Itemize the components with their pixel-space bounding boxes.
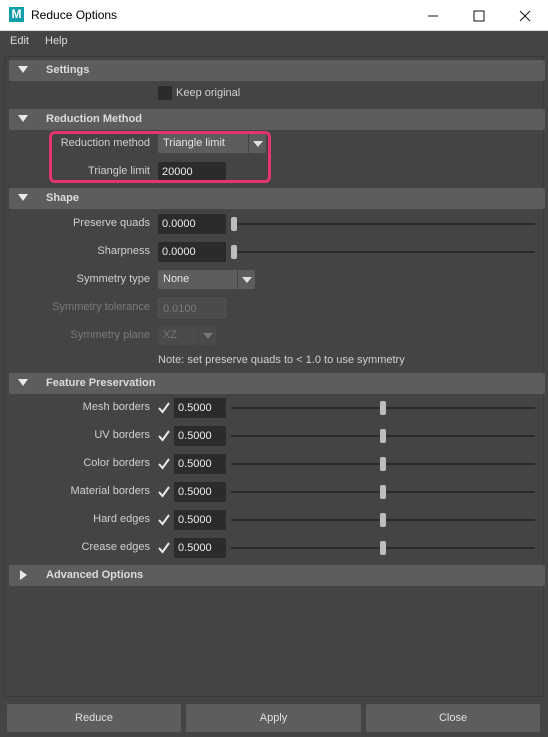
preserve-quads-label: Preserve quads bbox=[72, 217, 150, 229]
section-title: Feature Preservation bbox=[46, 377, 156, 389]
feature-value-field[interactable]: 0.5000 bbox=[174, 426, 226, 446]
feature-checkbox[interactable] bbox=[157, 541, 171, 555]
maximize-icon bbox=[473, 10, 485, 21]
sharpness-slider-handle[interactable] bbox=[231, 245, 237, 259]
symmetry-tolerance-field: 0.0100 bbox=[158, 298, 226, 318]
feature-slider-handle[interactable] bbox=[380, 513, 386, 527]
feature-row-label: Hard edges bbox=[93, 513, 150, 525]
maya-app-icon: M bbox=[9, 7, 24, 22]
collapse-arrow-icon bbox=[18, 194, 28, 201]
checkmark-icon bbox=[158, 542, 170, 554]
section-reduction-header[interactable]: Reduction Method bbox=[9, 109, 545, 130]
preserve-quads-field[interactable]: 0.0000 bbox=[158, 214, 226, 234]
feature-checkbox[interactable] bbox=[157, 485, 171, 499]
feature-checkbox[interactable] bbox=[157, 401, 171, 415]
checkmark-icon bbox=[158, 402, 170, 414]
symmetry-plane-label: Symmetry plane bbox=[70, 329, 150, 341]
preserve-quads-slider-track[interactable] bbox=[231, 223, 535, 225]
section-feature-header[interactable]: Feature Preservation bbox=[9, 373, 545, 394]
sharpness-label: Sharpness bbox=[97, 245, 150, 257]
expand-arrow-icon bbox=[20, 570, 27, 580]
symmetry-type-label: Symmetry type bbox=[76, 273, 150, 285]
symmetry-type-dropdown[interactable]: None bbox=[158, 270, 255, 289]
close-window-button[interactable] bbox=[502, 0, 548, 31]
maximize-button[interactable] bbox=[456, 0, 502, 31]
feature-slider-handle[interactable] bbox=[380, 541, 386, 555]
symmetry-tolerance-label: Symmetry tolerance bbox=[52, 301, 150, 313]
feature-row-label: Color borders bbox=[83, 457, 150, 469]
highlight-annotation bbox=[49, 131, 271, 183]
section-title: Shape bbox=[46, 192, 80, 204]
feature-value-field[interactable]: 0.5000 bbox=[174, 538, 226, 558]
close-button[interactable]: Close bbox=[366, 704, 540, 732]
minimize-icon bbox=[428, 15, 438, 16]
symmetry-type-value: None bbox=[163, 273, 190, 285]
checkmark-icon bbox=[158, 486, 170, 498]
feature-value-field[interactable]: 0.5000 bbox=[174, 510, 226, 530]
section-title: Advanced Options bbox=[46, 569, 144, 581]
chevron-down-icon bbox=[237, 270, 255, 289]
checkmark-icon bbox=[158, 514, 170, 526]
keep-original-label: Keep original bbox=[176, 87, 241, 99]
apply-button[interactable]: Apply bbox=[186, 704, 361, 732]
chevron-down-icon bbox=[198, 326, 216, 345]
feature-checkbox[interactable] bbox=[157, 457, 171, 471]
close-icon bbox=[519, 10, 531, 21]
section-shape-header[interactable]: Shape bbox=[9, 188, 545, 209]
feature-slider-handle[interactable] bbox=[380, 457, 386, 471]
collapse-arrow-icon bbox=[18, 379, 28, 386]
feature-value-field[interactable]: 0.5000 bbox=[174, 482, 226, 502]
keep-original-checkbox[interactable] bbox=[158, 86, 172, 100]
window-title: Reduce Options bbox=[31, 8, 118, 22]
menu-bar: Edit Help bbox=[0, 31, 548, 52]
feature-value-field[interactable]: 0.5000 bbox=[174, 454, 226, 474]
sharpness-field[interactable]: 0.0000 bbox=[158, 242, 226, 262]
feature-row-label: UV borders bbox=[94, 429, 150, 441]
feature-checkbox[interactable] bbox=[157, 513, 171, 527]
checkmark-icon bbox=[158, 430, 170, 442]
feature-slider-handle[interactable] bbox=[380, 401, 386, 415]
section-title: Settings bbox=[46, 64, 90, 76]
feature-slider-handle[interactable] bbox=[380, 429, 386, 443]
preserve-quads-slider-handle[interactable] bbox=[231, 217, 237, 231]
options-panel: Settings Keep original Reduction Method … bbox=[4, 56, 545, 697]
reduce-button[interactable]: Reduce bbox=[7, 704, 181, 732]
feature-row-label: Material borders bbox=[70, 485, 150, 497]
feature-checkbox[interactable] bbox=[157, 429, 171, 443]
symmetry-plane-dropdown: XZ bbox=[158, 326, 216, 345]
feature-slider-handle[interactable] bbox=[380, 485, 386, 499]
sharpness-slider-track[interactable] bbox=[231, 251, 535, 253]
section-advanced-header[interactable]: Advanced Options bbox=[9, 565, 545, 586]
minimize-button[interactable] bbox=[410, 0, 456, 31]
menu-edit[interactable]: Edit bbox=[10, 35, 29, 47]
collapse-arrow-icon bbox=[18, 115, 28, 122]
feature-row-label: Crease edges bbox=[81, 541, 151, 553]
section-settings-header[interactable]: Settings bbox=[9, 60, 545, 81]
checkmark-icon bbox=[158, 458, 170, 470]
feature-value-field[interactable]: 0.5000 bbox=[174, 398, 226, 418]
title-bar: M Reduce Options bbox=[0, 0, 548, 31]
collapse-arrow-icon bbox=[18, 66, 28, 73]
symmetry-plane-value: XZ bbox=[163, 329, 178, 341]
button-bar: Reduce Apply Close bbox=[0, 700, 548, 737]
section-title: Reduction Method bbox=[46, 113, 142, 125]
symmetry-note: Note: set preserve quads to < 1.0 to use… bbox=[158, 354, 405, 366]
menu-help[interactable]: Help bbox=[45, 35, 68, 47]
feature-row-label: Mesh borders bbox=[82, 401, 150, 413]
